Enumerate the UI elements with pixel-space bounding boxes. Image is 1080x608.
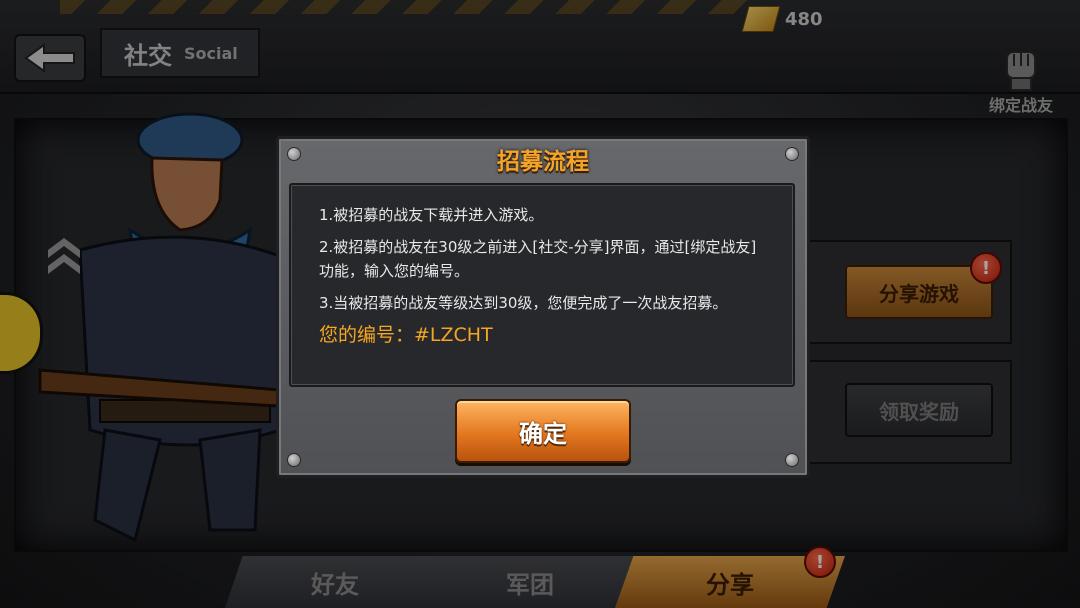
confirm-button[interactable]: 确定 <box>455 399 631 463</box>
dialog-body: 1.被招募的战友下载并进入游戏。 2.被招募的战友在30级之前进入[社交-分享]… <box>289 183 795 387</box>
step-2-text: 2.被招募的战友在30级之前进入[社交-分享]界面，通过[绑定战友]功能，输入您… <box>319 238 757 280</box>
player-code: 您的编号：#LZCHT <box>319 324 493 346</box>
recruit-process-dialog: 招募流程 1.被招募的战友下载并进入游戏。 2.被招募的战友在30级之前进入[社… <box>276 136 810 478</box>
step-1-text: 1.被招募的战友下载并进入游戏。 <box>319 206 544 224</box>
rivet <box>785 453 799 467</box>
step-3-text: 3.当被招募的战友等级达到30级，您便完成了一次战友招募。 <box>319 294 728 312</box>
rivet <box>287 453 301 467</box>
dialog-title: 招募流程 <box>497 149 589 175</box>
confirm-label: 确定 <box>519 419 567 448</box>
